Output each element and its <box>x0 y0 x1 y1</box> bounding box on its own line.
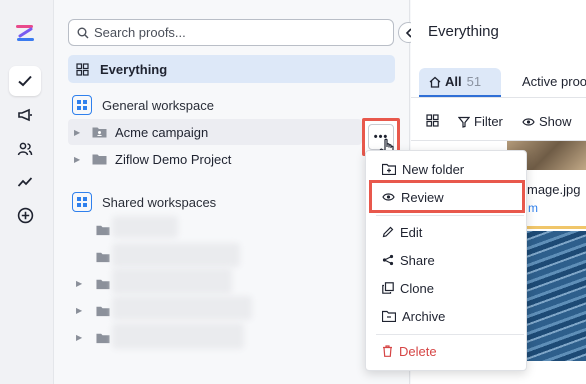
folder-icon <box>92 154 107 165</box>
expand-caret-icon[interactable]: ▶ <box>74 155 86 164</box>
page-title: Everything <box>428 23 499 40</box>
menu-item-archive[interactable]: Archive <box>366 303 526 329</box>
proof-name[interactable]: mage.jpg <box>527 182 580 197</box>
filter-button[interactable]: Filter <box>458 114 503 129</box>
tab-count: 51 <box>466 74 482 89</box>
filter-icon <box>458 116 470 128</box>
redacted-row <box>112 268 232 294</box>
create-nav-button[interactable] <box>9 200 41 230</box>
project-label: Ziflow Demo Project <box>115 151 232 167</box>
reports-nav-button[interactable] <box>9 167 41 197</box>
clone-icon <box>382 282 394 294</box>
tab-active-proofs[interactable]: Active proo <box>522 74 586 89</box>
expand-caret-icon[interactable]: ▶ <box>74 128 86 137</box>
folder-plus-icon <box>382 163 396 175</box>
redacted-row <box>112 323 244 349</box>
pencil-icon <box>382 226 394 238</box>
workspace-icon <box>72 95 92 115</box>
everything-item[interactable]: Everything <box>68 55 395 83</box>
folder-icon <box>96 225 110 236</box>
tab-divider <box>411 97 586 98</box>
checkmark-icon <box>18 75 32 87</box>
grid-icon <box>76 62 89 76</box>
eye-icon <box>522 117 535 126</box>
shared-workspaces-label: Shared workspaces <box>102 194 217 210</box>
folder-icon <box>96 306 110 317</box>
search-box[interactable] <box>68 19 394 46</box>
folder-icon <box>96 333 110 344</box>
menu-separator <box>376 334 524 335</box>
trend-icon <box>17 177 33 187</box>
grid-view-button[interactable] <box>426 114 439 127</box>
menu-item-new-folder[interactable]: New folder <box>366 156 526 182</box>
grid-icon <box>426 114 439 127</box>
redacted-row <box>112 243 240 267</box>
show-button[interactable]: Show <box>522 114 572 129</box>
redacted-row <box>112 296 252 320</box>
megaphone-icon <box>18 108 32 122</box>
people-nav-button[interactable] <box>9 134 41 164</box>
people-icon <box>17 142 33 156</box>
show-label: Show <box>539 114 572 129</box>
ziflow-logo[interactable] <box>14 22 36 44</box>
search-input[interactable] <box>94 25 374 40</box>
menu-item-label: New folder <box>402 161 465 177</box>
home-icon <box>429 76 441 88</box>
menu-item-label: Review <box>401 189 444 205</box>
expand-caret-icon[interactable]: ▶ <box>76 333 88 342</box>
tab-label: All <box>445 74 462 89</box>
menu-item-clone[interactable]: Clone <box>366 275 526 301</box>
proof-subtitle: m <box>528 201 538 215</box>
search-icon <box>77 27 89 38</box>
general-workspace-label: General workspace <box>102 97 214 113</box>
redacted-row <box>112 216 178 238</box>
menu-separator <box>376 215 524 216</box>
menu-item-label: Edit <box>400 224 423 240</box>
workspace-icon <box>72 192 92 212</box>
app-rail <box>0 0 54 384</box>
expand-caret-icon[interactable]: ▶ <box>76 279 88 288</box>
menu-item-label: Delete <box>399 343 437 359</box>
filter-label: Filter <box>474 114 503 129</box>
tab-all[interactable]: All 51 <box>419 68 501 97</box>
project-row-ziflow-demo[interactable]: ▶ Ziflow Demo Project <box>74 146 231 172</box>
review-highlight: Review <box>369 180 525 213</box>
menu-item-share[interactable]: Share <box>366 247 526 273</box>
menu-item-label: Clone <box>400 280 434 296</box>
workspace-panel: Everything General workspace ▶ Acme camp… <box>54 0 410 384</box>
project-label: Acme campaign <box>115 124 209 140</box>
project-row-acme[interactable]: ▶ Acme campaign <box>74 119 208 145</box>
proofs-nav-button[interactable] <box>9 66 41 96</box>
share-icon <box>382 254 394 266</box>
expand-caret-icon[interactable]: ▶ <box>76 306 88 315</box>
folder-icon <box>96 252 110 263</box>
campaigns-nav-button[interactable] <box>9 100 41 130</box>
menu-item-review[interactable]: Review <box>372 184 522 210</box>
shared-folder-icon <box>92 127 107 138</box>
menu-item-edit[interactable]: Edit <box>366 219 526 245</box>
archive-folder-icon <box>382 310 396 322</box>
folder-icon <box>96 279 110 290</box>
general-workspace-header[interactable]: General workspace <box>72 94 214 116</box>
everything-label: Everything <box>100 61 168 77</box>
plus-circle-icon <box>17 207 33 223</box>
shared-workspaces-header[interactable]: Shared workspaces <box>72 191 216 213</box>
menu-item-delete[interactable]: Delete <box>366 338 526 364</box>
trash-icon <box>383 345 392 357</box>
eye-icon <box>382 193 395 201</box>
menu-item-label: Share <box>400 252 435 268</box>
menu-item-label: Archive <box>402 308 446 324</box>
